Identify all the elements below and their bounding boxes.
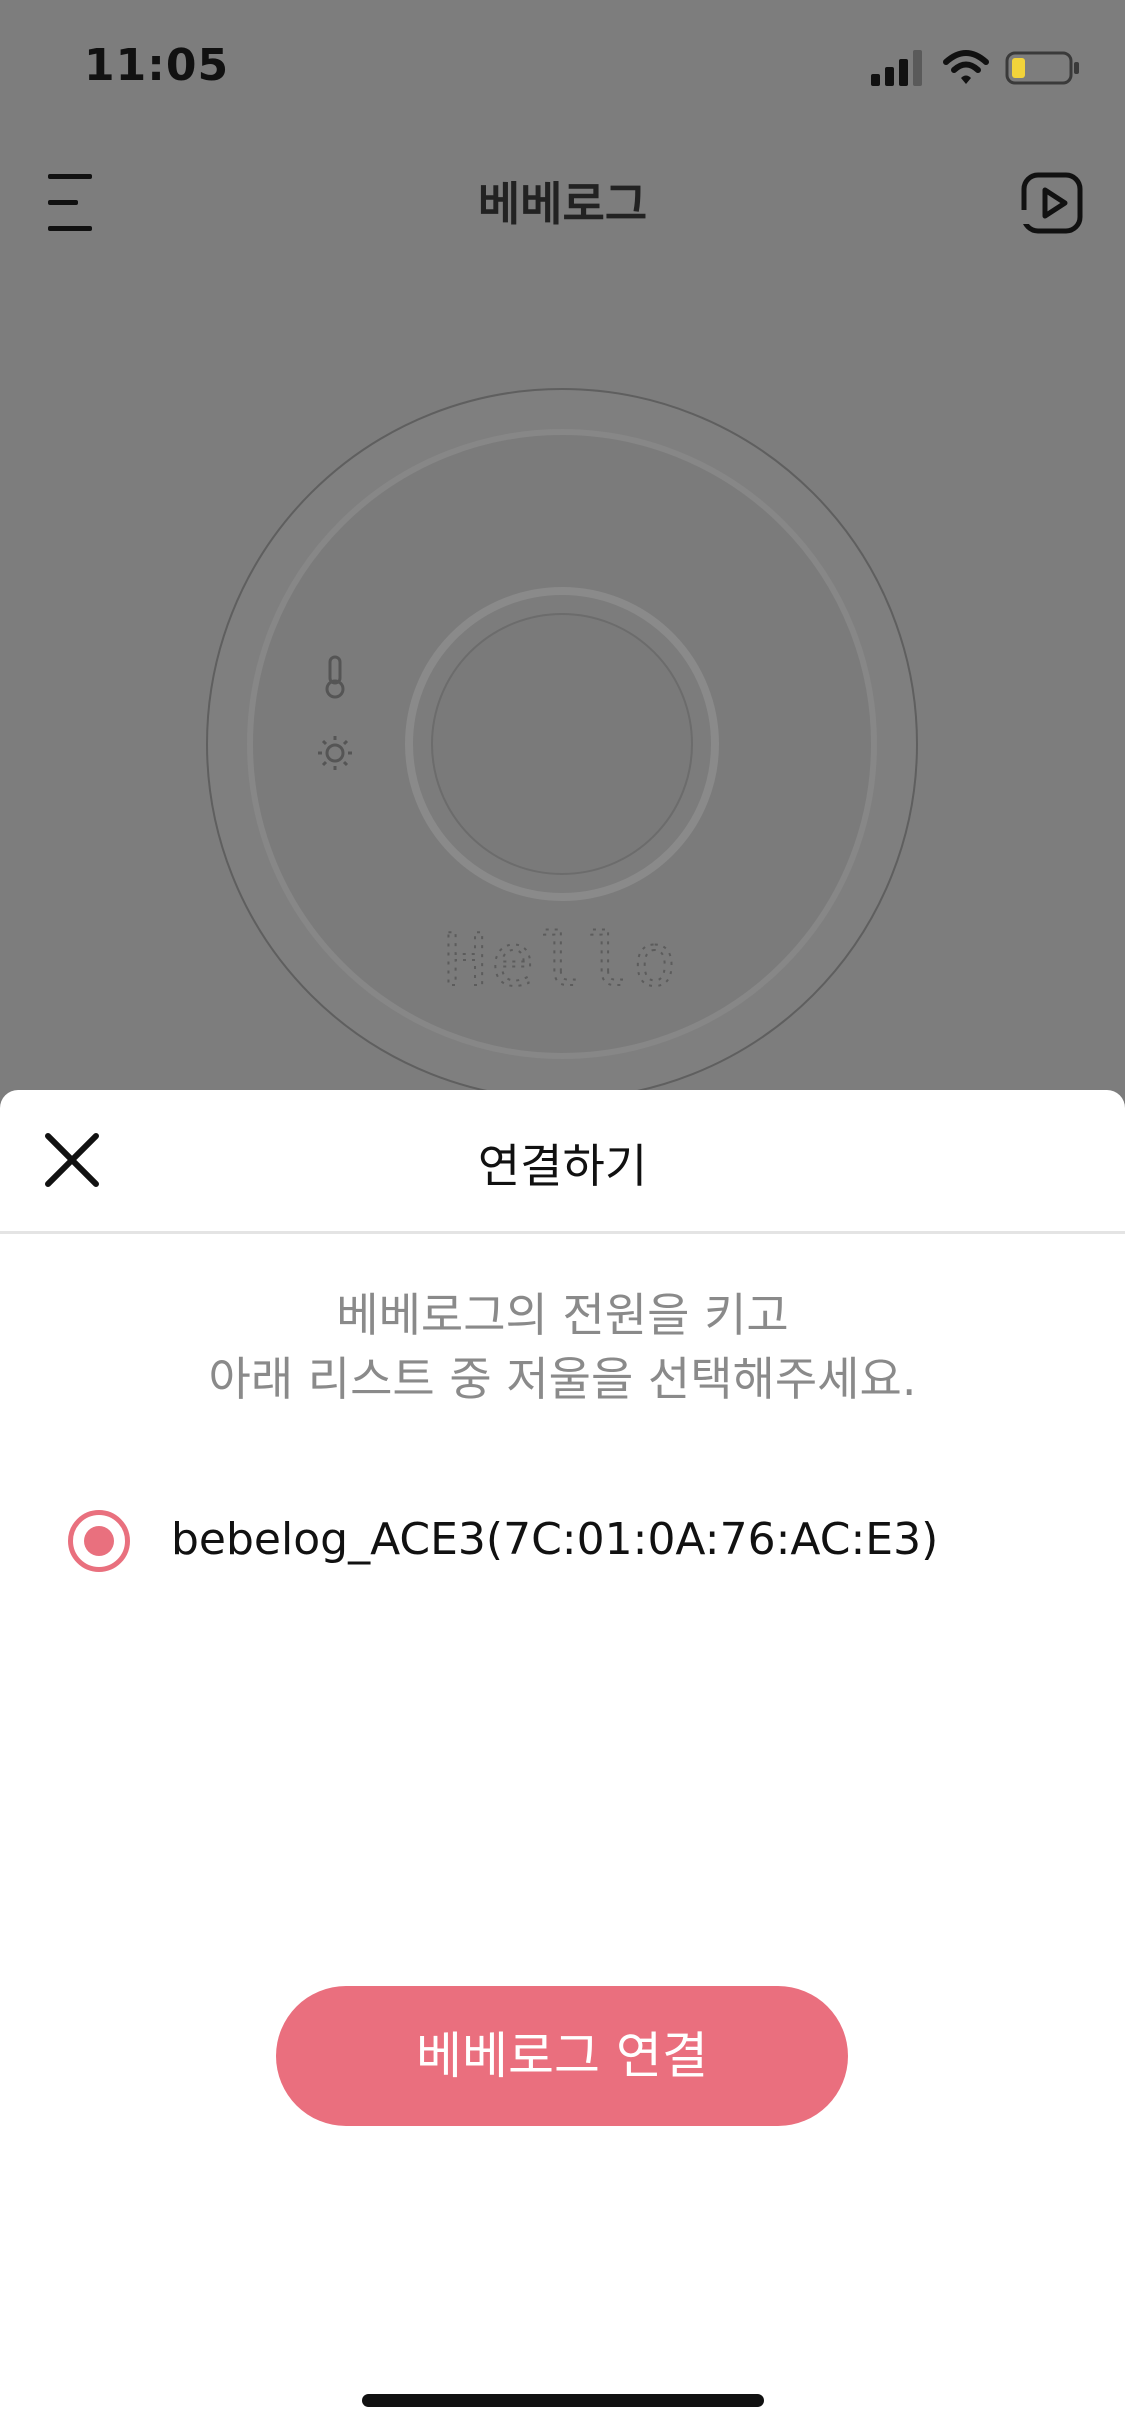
sheet-title: 연결하기 xyxy=(477,1139,648,1193)
background-screen: 11:05 베베로그 Hello xyxy=(0,0,1125,1100)
app-header: 베베로그 xyxy=(0,150,1125,260)
sheet-header: 연결하기 xyxy=(0,1090,1125,1234)
bebelog-device-illustration: Hello xyxy=(205,387,920,1102)
device-list-item[interactable]: bebelog_ACE3(7C:01:0A:76:AC:E3) xyxy=(64,1500,1064,1586)
device-display-text: Hello xyxy=(444,918,681,1002)
instruction-line-2: 아래 리스트 중 저울을 선택해주세요. xyxy=(208,1352,917,1406)
instruction-line-1: 베베로그의 전원을 키고 xyxy=(336,1288,789,1342)
status-icons xyxy=(871,50,1081,90)
status-time: 11:05 xyxy=(84,40,230,91)
device-radio-button[interactable] xyxy=(68,1510,130,1572)
battery-icon xyxy=(1005,51,1079,85)
connect-button[interactable]: 베베로그 연결 xyxy=(276,1986,848,2126)
device-name: bebelog_ACE3(7C:01:0A:76:AC:E3) xyxy=(171,1514,939,1565)
home-indicator xyxy=(362,2394,764,2407)
app-title: 베베로그 xyxy=(477,177,648,231)
signal-icon xyxy=(871,50,922,86)
radio-selected-dot xyxy=(84,1526,114,1556)
instruction-text: 베베로그의 전원을 키고 아래 리스트 중 저울을 선택해주세요. xyxy=(0,1283,1125,1411)
wifi-icon xyxy=(943,50,989,84)
status-bar: 11:05 xyxy=(0,0,1125,135)
connect-bottom-sheet: 연결하기 베베로그의 전원을 키고 아래 리스트 중 저울을 선택해주세요. b… xyxy=(0,1090,1125,2436)
video-play-icon[interactable] xyxy=(1019,170,1085,236)
